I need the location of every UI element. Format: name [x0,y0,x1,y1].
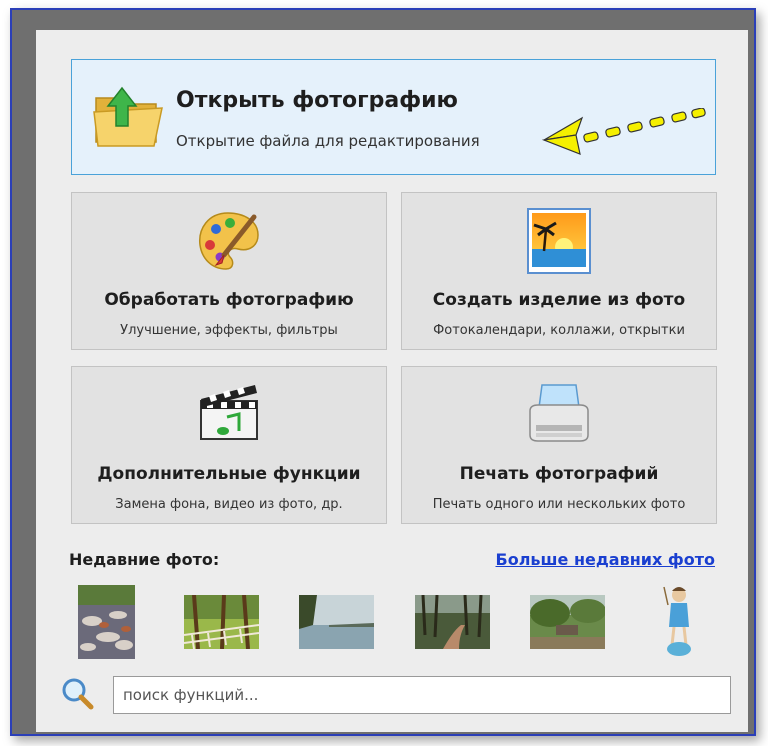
annotation-arrow-icon [542,108,706,155]
print-photos-button[interactable]: Печать фотографий Печать одного или неск… [401,366,717,524]
tile-title: Создать изделие из фото [432,290,686,310]
recent-photo-thumbnail[interactable] [415,595,490,649]
create-product-button[interactable]: Создать изделие из фото Фотокалендари, к… [401,192,717,350]
start-panel: Открыть фотографию Открытие файла для ре… [36,30,748,732]
window-frame: Открыть фотографию Открытие файла для ре… [10,8,756,736]
additional-functions-button[interactable]: Дополнительные функции Замена фона, виде… [71,366,387,524]
recent-photo-thumbnail[interactable] [662,583,696,659]
printer-icon [529,384,589,442]
tile-subtitle: Печать одного или нескольких фото [432,497,686,512]
sunset-photo-icon [527,208,591,274]
recent-photo-thumbnail[interactable] [299,595,374,649]
recent-photo-thumbnail[interactable] [78,585,135,659]
palette-icon [199,212,259,270]
tile-title: Печать фотографий [459,464,659,484]
search-input[interactable] [113,676,731,714]
open-photo-button[interactable]: Открыть фотографию Открытие файла для ре… [71,59,716,175]
tile-subtitle: Фотокалендари, коллажи, открытки [433,323,685,338]
recent-photo-thumbnail[interactable] [530,595,605,649]
recent-photo-thumbnail[interactable] [184,595,259,649]
tile-title: Дополнительные функции [97,464,361,484]
edit-photo-button[interactable]: Обработать фотографию Улучшение, эффекты… [71,192,387,350]
tile-subtitle: Замена фона, видео из фото, др. [115,497,343,512]
folder-open-icon [93,86,163,147]
recent-photos-label: Недавние фото: [69,550,220,569]
clapperboard-icon [200,385,258,440]
tile-subtitle: Улучшение, эффекты, фильтры [120,323,338,338]
more-recent-photos-link[interactable]: Больше недавних фото [496,550,715,569]
search-icon [62,678,94,710]
tile-title: Обработать фотографию [104,290,354,310]
hero-title: Открыть фотографию [176,88,458,113]
hero-subtitle: Открытие файла для редактирования [176,132,480,150]
